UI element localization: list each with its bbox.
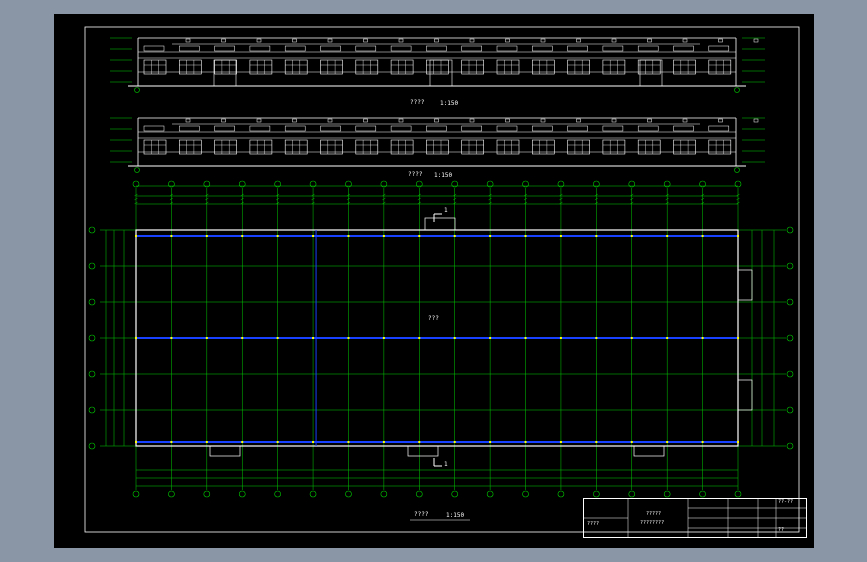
plan-structural-column [524, 337, 527, 339]
plan-structural-column [382, 441, 385, 443]
title-block-designer: ???? [587, 521, 600, 527]
plan-structural-column [489, 235, 492, 237]
plan-structural-column [630, 441, 633, 443]
plan-structural-column [170, 441, 173, 443]
plan-structural-column [205, 441, 208, 443]
cad-drawing [54, 14, 814, 548]
plan-structural-column [701, 235, 704, 237]
plan-structural-column [666, 337, 669, 339]
plan-structural-column [170, 337, 173, 339]
plan-structural-column [630, 235, 633, 237]
section-mark-bottom: 1 [444, 461, 448, 468]
plan-structural-column [524, 441, 527, 443]
plan-structural-column [312, 441, 315, 443]
plan-structural-column [135, 235, 137, 237]
title-block-date: ?? [778, 527, 785, 533]
plan-structural-column [666, 235, 669, 237]
plan-structural-column [418, 235, 421, 237]
paper-sheet [54, 14, 814, 548]
drawing-viewport: ???? 1:150 ???? 1:150 ??? 1 1 ???? 1:150… [0, 0, 867, 562]
plan-structural-column [701, 441, 704, 443]
plan-structural-column [737, 441, 739, 443]
plan-structural-column [276, 337, 279, 339]
plan-structural-column [559, 337, 562, 339]
plan-title: ???? [414, 511, 429, 518]
plan-structural-column [737, 337, 739, 339]
plan-structural-column [559, 235, 562, 237]
plan-structural-column [524, 235, 527, 237]
plan-structural-column [241, 337, 244, 339]
plan-structural-column [205, 337, 208, 339]
plan-structural-column [630, 337, 633, 339]
plan-structural-column [135, 441, 137, 443]
plan-structural-column [666, 441, 669, 443]
upper-elevation-title: ???? [410, 99, 425, 106]
plan-structural-column [453, 337, 456, 339]
plan-structural-column [241, 235, 244, 237]
plan-structural-column [276, 441, 279, 443]
plan-structural-column [312, 235, 315, 237]
plan-structural-column [418, 441, 421, 443]
upper-elevation-scale: 1:150 [440, 100, 459, 107]
plan-center-label: ??? [428, 315, 439, 322]
plan-structural-column [418, 337, 421, 339]
plan-structural-column [205, 235, 208, 237]
plan-structural-column [276, 235, 279, 237]
title-block-project: ????? [646, 511, 662, 517]
plan-structural-column [347, 441, 350, 443]
lower-elevation-scale: 1:150 [434, 172, 453, 179]
plan-structural-column [382, 337, 385, 339]
plan-structural-column [347, 235, 350, 237]
title-block [583, 498, 807, 538]
plan-structural-column [489, 337, 492, 339]
title-block-drawing: ???????? [640, 520, 665, 526]
plan-structural-column [453, 441, 456, 443]
plan-structural-column [595, 337, 598, 339]
plan-structural-column [489, 441, 492, 443]
plan-structural-column [382, 235, 385, 237]
plan-structural-column [453, 235, 456, 237]
plan-structural-column [559, 441, 562, 443]
plan-structural-column [170, 235, 173, 237]
plan-structural-column [701, 337, 704, 339]
plan-structural-column [135, 337, 137, 339]
plan-structural-column [347, 337, 350, 339]
plan-structural-column [595, 441, 598, 443]
title-block-sheet-no: ??-?? [778, 499, 794, 505]
lower-elevation-title: ???? [408, 171, 423, 178]
plan-structural-column [241, 441, 244, 443]
plan-scale: 1:150 [446, 512, 465, 519]
plan-structural-column [595, 235, 598, 237]
section-mark-top: 1 [444, 207, 448, 214]
plan-structural-column [737, 235, 739, 237]
plan-structural-column [312, 337, 315, 339]
